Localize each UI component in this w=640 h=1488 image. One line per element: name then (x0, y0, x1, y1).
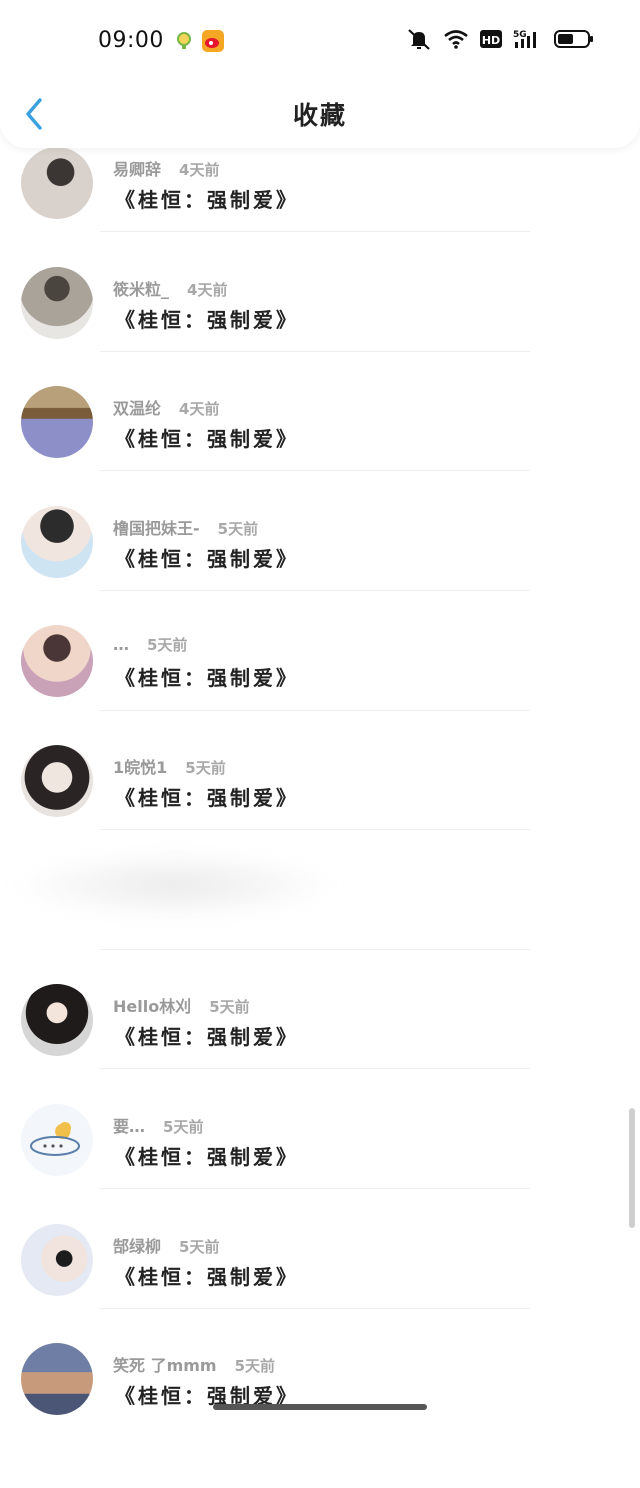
username[interactable]: 郜绿柳 (113, 1237, 161, 1256)
notification-app-icon (177, 32, 191, 49)
nav-bar: 收藏 (0, 82, 640, 146)
divider (100, 1308, 530, 1309)
home-indicator[interactable] (213, 1404, 427, 1410)
list-item[interactable]: 橹国把妹王- 5天前 《桂恒：强制爱》 (0, 506, 640, 651)
divider (100, 1068, 530, 1069)
time-ago: 5天前 (234, 1357, 276, 1375)
post-title[interactable]: 《桂恒：强制爱》 (115, 662, 299, 691)
divider (100, 1188, 530, 1189)
avatar[interactable] (21, 1224, 93, 1296)
time-ago: 4天前 (179, 400, 220, 418)
status-time: 09:00 (98, 28, 164, 53)
scrollbar[interactable] (629, 1108, 635, 1228)
post-title[interactable]: 《桂恒：强制爱》 (115, 304, 299, 333)
avatar[interactable] (21, 1343, 93, 1415)
avatar[interactable] (21, 147, 93, 219)
post-title[interactable]: 《桂恒：强制爱》 (115, 1141, 299, 1170)
divider (100, 829, 530, 830)
time-ago: 4天前 (187, 281, 228, 299)
post-title[interactable]: 《桂恒：强制爱》 (115, 184, 299, 213)
divider (100, 470, 530, 471)
time-ago: 4天前 (179, 161, 220, 179)
username[interactable]: 1皖悦1 (113, 758, 167, 777)
hd-label: HD (482, 34, 500, 47)
blurred-item (10, 850, 340, 920)
avatar[interactable] (21, 1104, 93, 1176)
username[interactable]: … (113, 635, 129, 654)
username[interactable]: 筱米粒_ (113, 280, 169, 299)
avatar[interactable] (21, 625, 93, 697)
divider (100, 949, 530, 950)
time-ago: 5天前 (147, 636, 188, 654)
time-ago: 5天前 (179, 1238, 220, 1256)
divider (100, 231, 530, 232)
divider (100, 710, 530, 711)
status-bar: 09:00 HD 5G (0, 0, 640, 82)
network-label: 5G (513, 30, 527, 40)
divider (100, 590, 530, 591)
list-item[interactable]: 易卿辞 4天前 《桂恒：强制爱》 (0, 147, 640, 292)
5g-signal-icon: 5G (513, 30, 536, 48)
wifi-icon (444, 30, 468, 49)
post-title[interactable]: 《桂恒：强制爱》 (115, 1021, 299, 1050)
list-item[interactable]: 郜绿柳 5天前 《桂恒：强制爱》 (0, 1224, 640, 1369)
post-title[interactable]: 《桂恒：强制爱》 (115, 782, 299, 811)
avatar[interactable] (21, 386, 93, 458)
list-item[interactable]: 要… 5天前 《桂恒：强制爱》 (0, 1104, 640, 1249)
avatar[interactable] (21, 267, 93, 339)
list-item[interactable]: 双温纶 4天前 《桂恒：强制爱》 (0, 386, 640, 531)
weibo-icon (202, 30, 224, 52)
cloud-doodle-icon (30, 1122, 80, 1156)
avatar[interactable] (21, 984, 93, 1056)
time-ago: 5天前 (163, 1118, 204, 1136)
list-item[interactable]: 筱米粒_ 4天前 《桂恒：强制爱》 (0, 267, 640, 412)
favorites-list: 易卿辞 4天前 《桂恒：强制爱》 筱米粒_ 4天前 《桂恒：强制爱》 双温纶 4天前 … (0, 0, 640, 1422)
time-ago: 5天前 (185, 759, 226, 777)
time-ago: 5天前 (209, 998, 250, 1016)
username[interactable]: Hello林刈 (113, 997, 191, 1016)
post-title[interactable]: 《桂恒：强制爱》 (115, 1261, 299, 1290)
username[interactable]: 笑死 了mmm (113, 1356, 217, 1375)
username[interactable]: 要… (113, 1117, 145, 1136)
status-icons: HD 5G (406, 28, 594, 50)
post-title[interactable]: 《桂恒：强制爱》 (115, 423, 299, 452)
username[interactable]: 双温纶 (113, 399, 161, 418)
hd-icon: HD (480, 30, 502, 48)
header: 09:00 HD 5G 收藏 (0, 0, 640, 148)
page-title: 收藏 (292, 101, 347, 130)
time-ago: 5天前 (217, 520, 259, 538)
post-title[interactable]: 《桂恒：强制爱》 (115, 543, 299, 572)
avatar[interactable] (21, 745, 93, 817)
list-item[interactable]: 笑死 了mmm 5天前 《桂恒：强制爱》 (0, 1343, 640, 1488)
avatar[interactable] (21, 506, 93, 578)
list-item[interactable]: Hello林刈 5天前 《桂恒：强制爱》 (0, 984, 640, 1129)
silent-bell-icon (408, 29, 430, 50)
username[interactable]: 易卿辞 (113, 160, 161, 179)
battery-icon (554, 30, 593, 48)
divider (100, 351, 530, 352)
username[interactable]: 橹国把妹王- (113, 519, 200, 538)
